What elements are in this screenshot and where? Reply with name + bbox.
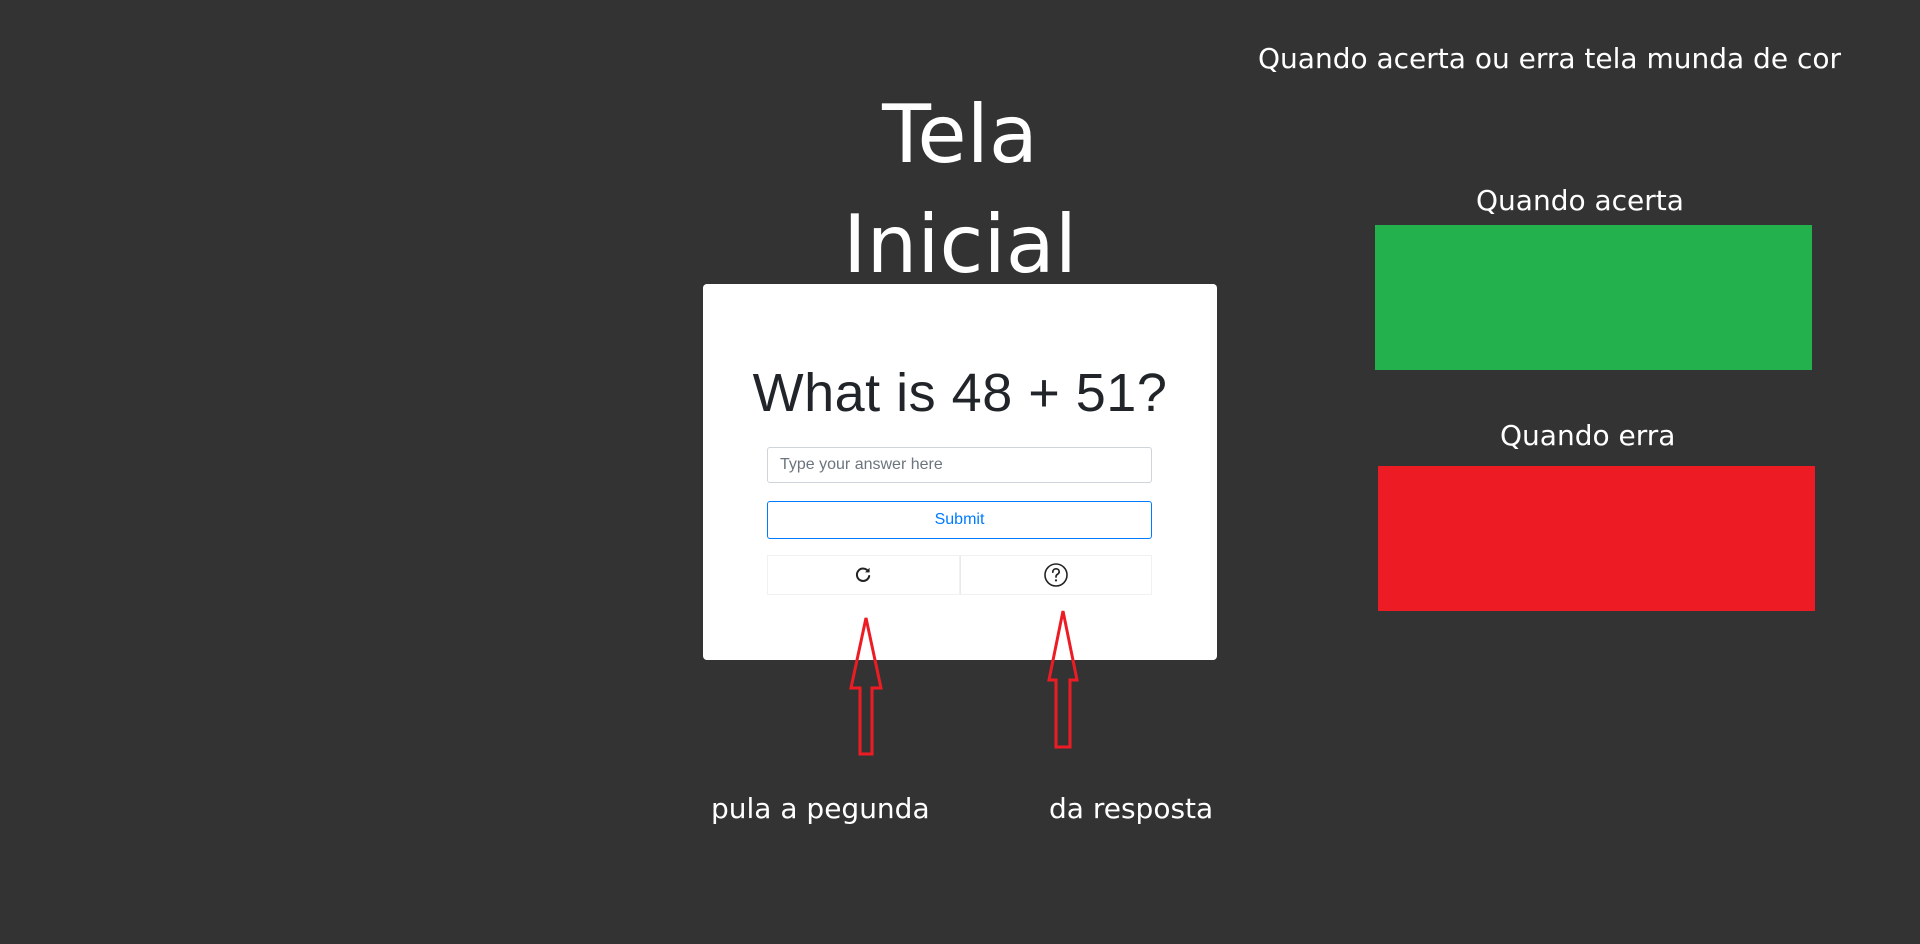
skip-question-button[interactable] [767,555,960,595]
question-circle-icon [1043,563,1068,587]
refresh-icon [856,567,871,582]
action-button-group [767,555,1152,595]
wrong-label: Quando erra [1500,419,1676,452]
canvas: Tela Inicial Quando acerta ou erra tela … [0,0,1920,944]
quiz-card: What is 48 + 51? Submit [703,284,1217,660]
skip-label: pula a pegunda [711,792,930,825]
color-change-note: Quando acerta ou erra tela munda de cor [1258,42,1841,75]
wrong-color-swatch [1378,466,1815,611]
submit-button[interactable]: Submit [767,501,1152,539]
page-title: Tela Inicial [843,88,1077,291]
question-text: What is 48 + 51? [752,363,1168,423]
answer-label: da resposta [1049,792,1214,825]
show-answer-button[interactable] [959,555,1152,595]
answer-input[interactable] [767,447,1152,483]
correct-color-swatch [1375,225,1812,370]
skip-arrow [849,617,883,756]
correct-label: Quando acerta [1476,184,1684,217]
answer-arrow [1047,610,1079,749]
